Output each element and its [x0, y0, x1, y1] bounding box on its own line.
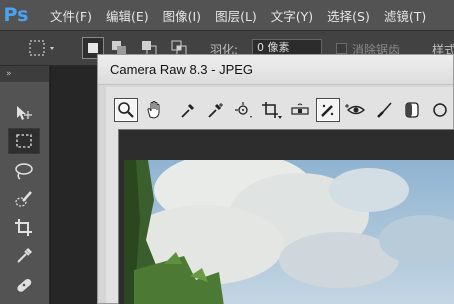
zoom-tool[interactable] — [114, 98, 138, 122]
graduated-filter-icon — [405, 102, 419, 118]
color-sampler-tool[interactable] — [204, 98, 228, 122]
spot-removal-icon — [321, 104, 334, 117]
crop-tool-cr[interactable] — [260, 98, 284, 122]
graduated-filter-tool[interactable] — [400, 98, 424, 122]
hand-icon — [147, 101, 160, 119]
menu-file[interactable]: 文件(F) — [50, 6, 92, 25]
eyedropper-icon — [17, 247, 33, 263]
red-eye-tool[interactable] — [344, 98, 368, 122]
eyedropper-tool[interactable] — [8, 242, 40, 268]
eyedropper-icon — [181, 103, 195, 118]
hand-tool[interactable] — [142, 98, 166, 122]
menu-edit[interactable]: 编辑(E) — [106, 6, 149, 25]
quick-selection-tool[interactable] — [8, 186, 40, 212]
level-icon — [291, 103, 309, 115]
color-sampler-icon — [208, 103, 223, 118]
marquee-preset-icon — [29, 40, 54, 56]
menu-type[interactable]: 文字(Y) — [271, 6, 313, 25]
eye-icon — [345, 104, 366, 115]
marquee-tool[interactable] — [8, 128, 40, 154]
image-preview[interactable] — [118, 129, 454, 304]
camera-raw-body — [106, 87, 454, 304]
spot-removal-tool[interactable] — [316, 98, 340, 122]
healing-brush-tool[interactable] — [8, 272, 40, 298]
rectangular-marquee-icon — [16, 134, 32, 148]
menu-filter[interactable]: 滤镜(T) — [384, 6, 426, 25]
brush-icon — [377, 102, 392, 118]
bandage-icon — [17, 278, 32, 292]
targeted-adjustment-tool[interactable] — [232, 98, 256, 122]
photoshop-logo: Ps — [3, 4, 29, 26]
landscape-photo — [124, 160, 454, 304]
menu-image[interactable]: 图像(I) — [163, 6, 201, 25]
tools-panel: » — [0, 66, 50, 304]
menu-layer[interactable]: 图层(L) — [215, 6, 257, 25]
preview-photo — [124, 160, 454, 304]
radial-filter-icon — [433, 103, 447, 117]
crop-tool[interactable] — [8, 214, 40, 240]
tool-preset-picker[interactable] — [6, 37, 56, 63]
camera-raw-dialog: Camera Raw 8.3 - JPEG — [97, 54, 454, 304]
magnifier-icon — [118, 102, 134, 118]
crop-icon — [262, 102, 282, 119]
adjustment-brush-tool[interactable] — [372, 98, 396, 122]
lasso-tool[interactable] — [8, 158, 40, 184]
white-balance-tool[interactable] — [176, 98, 200, 122]
menu-select[interactable]: 选择(S) — [327, 6, 370, 25]
move-icon — [17, 106, 32, 120]
camera-raw-toolbar — [114, 95, 454, 125]
antialias-checkbox[interactable] — [336, 43, 347, 54]
menu-items: 文件(F) 编辑(E) 图像(I) 图层(L) 文字(Y) 选择(S) 滤镜(T… — [50, 6, 440, 25]
quick-selection-icon — [15, 191, 32, 207]
move-tool[interactable] — [8, 100, 40, 126]
menu-bar: Ps 文件(F) 编辑(E) 图像(I) 图层(L) 文字(Y) 选择(S) 滤… — [0, 0, 454, 30]
crop-icon — [15, 219, 32, 236]
camera-raw-title: Camera Raw 8.3 - JPEG — [98, 55, 453, 85]
radial-filter-tool[interactable] — [428, 98, 452, 122]
lasso-icon — [15, 163, 33, 180]
straighten-tool[interactable] — [288, 98, 312, 122]
target-adjust-icon — [235, 102, 252, 118]
tools-panel-collapse[interactable]: » — [0, 66, 49, 82]
